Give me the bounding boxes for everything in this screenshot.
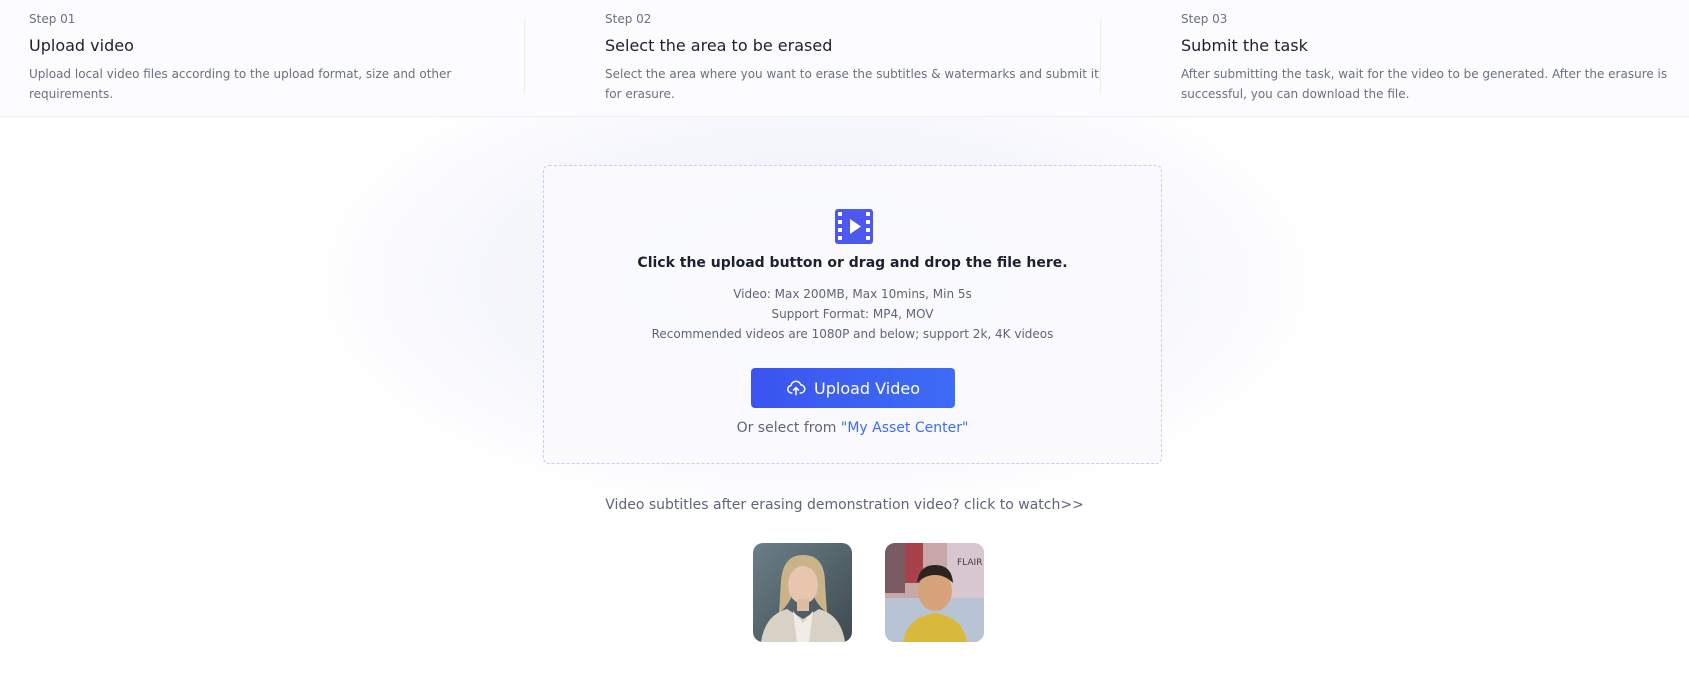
step-1-description: Upload local video files according to th… [29,67,452,101]
upload-video-button-label: Upload Video [814,378,920,398]
step-2: Step 02 Select the area to be erased Sel… [605,0,1100,116]
step-3: Step 03 Submit the task After submitting… [1181,0,1676,116]
step-3-description: After submitting the task, wait for the … [1181,67,1668,101]
upload-video-button[interactable]: Upload Video [751,368,955,408]
step-2-title: Select the area to be erased [605,36,833,55]
cloud-upload-icon [787,380,806,396]
upload-requirement-size: Video: Max 200MB, Max 10mins, Min 5s [733,287,972,301]
step-3-number: Step 03 [1181,12,1228,26]
step-1: Step 01 Upload video Upload local video … [29,0,479,116]
step-2-number: Step 02 [605,12,652,26]
step-1-number: Step 01 [29,12,76,26]
demo-video-link[interactable]: Video subtitles after erasing demonstrat… [0,497,1689,513]
upload-dropzone[interactable]: Click the upload button or drag and drop… [543,165,1162,464]
video-file-icon [835,209,873,244]
step-divider [1100,20,1101,94]
step-1-title: Upload video [29,36,134,55]
asset-center-link[interactable]: "My Asset Center" [841,420,969,436]
asset-center-prefix: Or select from [736,420,841,436]
thumbnail-overlay-text: FLAIR [957,558,982,568]
demo-thumbnail-woman[interactable] [753,543,852,642]
steps-header: Step 01 Upload video Upload local video … [0,0,1689,117]
upload-heading: Click the upload button or drag and drop… [637,255,1068,271]
upload-requirement-format: Support Format: MP4, MOV [771,307,934,321]
step-divider [524,20,525,94]
upload-requirement-resolution: Recommended videos are 1080P and below; … [651,327,1054,341]
step-2-description: Select the area where you want to erase … [605,67,1099,101]
step-3-title: Submit the task [1181,36,1308,55]
asset-center-line: Or select from "My Asset Center" [544,420,1161,436]
demo-thumbnail-man[interactable]: FLAIR [885,543,984,642]
